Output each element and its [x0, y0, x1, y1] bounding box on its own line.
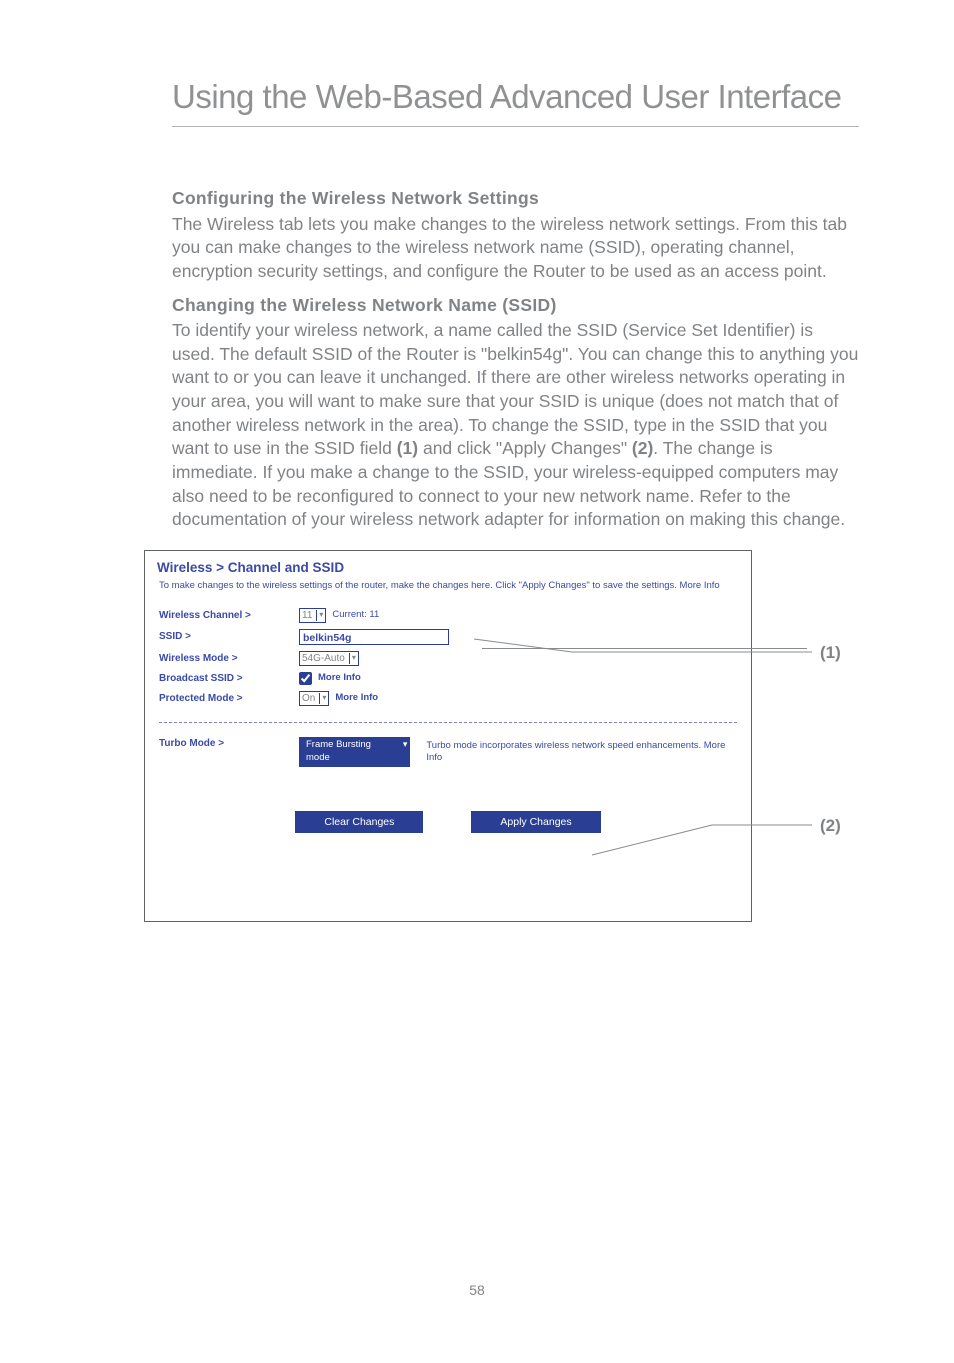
- callout-number-1: (1): [820, 642, 841, 665]
- clear-changes-button[interactable]: Clear Changes: [295, 811, 423, 833]
- turbo-select[interactable]: Frame Bursting mode: [299, 737, 410, 767]
- broadcast-moreinfo[interactable]: More Info: [318, 672, 361, 685]
- paragraph-config: The Wireless tab lets you make changes t…: [172, 213, 859, 284]
- callout-ref-2: (2): [632, 438, 653, 458]
- chevron-down-icon: ▾: [319, 693, 326, 704]
- mode-select[interactable]: 54G-Auto▾: [299, 651, 359, 666]
- row-mode: Wireless Mode > 54G-Auto▾: [159, 651, 737, 666]
- label-protected: Protected Mode >: [159, 692, 299, 706]
- protected-moreinfo[interactable]: More Info: [335, 692, 378, 705]
- row-ssid: SSID > belkin54g: [159, 629, 737, 645]
- turbo-description: Turbo mode incorporates wireless network…: [426, 740, 737, 764]
- label-channel: Wireless Channel >: [159, 609, 299, 623]
- chevron-down-icon: ▾: [349, 653, 356, 664]
- section-heading-config: Configuring the Wireless Network Setting…: [172, 187, 859, 211]
- panel-subtitle: To make changes to the wireless settings…: [145, 580, 751, 596]
- document-body: Configuring the Wireless Network Setting…: [0, 127, 954, 930]
- callout-number-2: (2): [820, 815, 841, 838]
- callout-ref-1: (1): [397, 438, 418, 458]
- label-ssid: SSID >: [159, 630, 299, 644]
- panel-title: Wireless > Channel and SSID: [145, 551, 751, 580]
- separator: [159, 722, 737, 723]
- label-turbo: Turbo Mode >: [159, 737, 299, 751]
- channel-select[interactable]: 11▾: [299, 608, 326, 623]
- row-broadcast: Broadcast SSID > More Info: [159, 672, 737, 686]
- button-row: Clear Changes Apply Changes: [159, 811, 737, 833]
- broadcast-checkbox[interactable]: [299, 672, 312, 685]
- protected-select[interactable]: On▾: [299, 691, 329, 706]
- row-channel: Wireless Channel > 11▾ Current: 11: [159, 608, 737, 623]
- paragraph-ssid: To identify your wireless network, a nam…: [172, 319, 859, 532]
- page-title: Using the Web-Based Advanced User Interf…: [172, 78, 859, 116]
- label-broadcast: Broadcast SSID >: [159, 672, 299, 686]
- row-turbo: Turbo Mode > Frame Bursting mode Turbo m…: [159, 737, 737, 767]
- row-protected: Protected Mode > On▾ More Info: [159, 691, 737, 706]
- chevron-down-icon: ▾: [316, 610, 323, 621]
- ssid-input[interactable]: belkin54g: [299, 629, 449, 645]
- section-heading-ssid: Changing the Wireless Network Name (SSID…: [172, 294, 859, 318]
- ssid-body-mid: and click "Apply Changes": [418, 438, 632, 458]
- page-number: 58: [0, 1282, 954, 1298]
- channel-current: Current: 11: [332, 609, 379, 622]
- screenshot-figure: Wireless > Channel and SSID To make chan…: [172, 550, 859, 930]
- apply-changes-button[interactable]: Apply Changes: [471, 811, 600, 833]
- callout-line-1: [482, 648, 807, 649]
- wireless-settings-panel: Wireless > Channel and SSID To make chan…: [144, 550, 752, 922]
- label-mode: Wireless Mode >: [159, 652, 299, 666]
